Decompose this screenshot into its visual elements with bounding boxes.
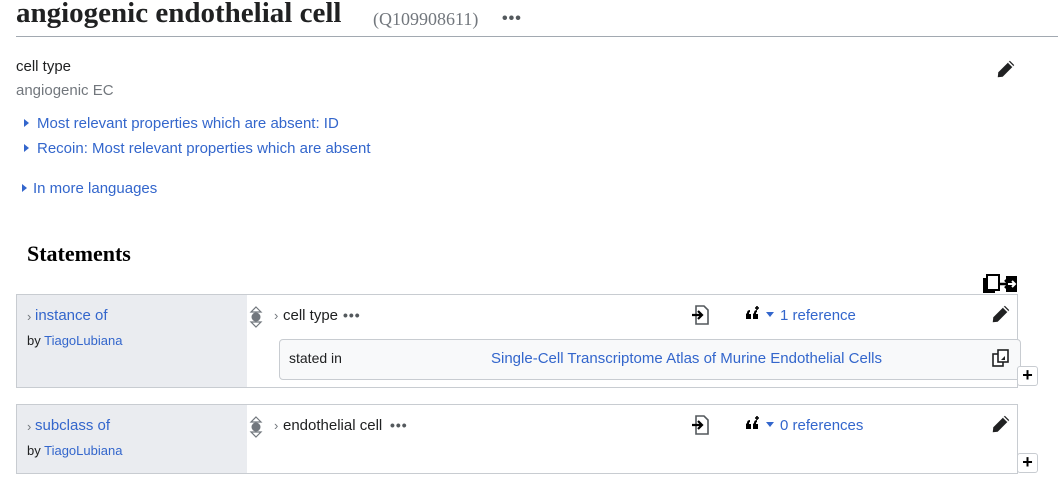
references-count: 0 references (780, 417, 864, 434)
rank-icon[interactable] (249, 306, 263, 328)
author-link[interactable]: TiagoLubiana (44, 333, 122, 348)
toggle-languages[interactable]: In more languages (22, 180, 157, 197)
chevron-icon: › (274, 418, 279, 433)
references-toggle[interactable]: 1 reference (766, 307, 856, 324)
by-label: by (27, 443, 41, 458)
references-count: 1 reference (780, 307, 856, 324)
edit-statement-pencil-icon[interactable] (990, 303, 1012, 325)
caret-down-icon (766, 312, 774, 317)
description: cell type (16, 58, 72, 75)
statement-instance-of: › instance of by TiagoLubiana › cell typ… (16, 294, 1021, 388)
edit-statement-pencil-icon[interactable] (990, 413, 1012, 435)
toggle-absent-properties-label: Most relevant properties which are absen… (37, 115, 339, 132)
reference-box: stated in Single-Cell Transcriptome Atla… (279, 339, 1021, 380)
chevron-icon: › (27, 309, 32, 324)
value-more-icon[interactable]: ••• (390, 417, 408, 433)
title-row: angiogenic endothelial cell (Q109908611)… (16, 0, 1058, 37)
derived-reference-icon[interactable] (691, 415, 711, 435)
toggle-languages-label: In more languages (33, 180, 158, 197)
add-statement-button[interactable]: + (1017, 453, 1038, 473)
add-reference-button[interactable]: + (1017, 366, 1038, 386)
property-link-subclass-of[interactable]: subclass of (35, 417, 110, 434)
author-link[interactable]: TiagoLubiana (44, 443, 122, 458)
rank-icon[interactable] (249, 416, 263, 438)
add-reference-icon[interactable] (744, 305, 762, 323)
page-title: angiogenic endothelial cell (16, 0, 342, 29)
property-cell: › instance of by TiagoLubiana (17, 295, 247, 387)
value-link-cell-type[interactable]: cell type (283, 307, 338, 324)
statement-subclass-of: › subclass of by TiagoLubiana › endothel… (16, 404, 1018, 474)
property-link-instance-of[interactable]: instance of (35, 307, 108, 324)
author-line: by TiagoLubiana (27, 333, 122, 348)
alias: angiogenic EC (16, 82, 114, 99)
toggle-recoin[interactable]: Recoin: Most relevant properties which a… (24, 140, 371, 157)
add-reference-icon[interactable] (744, 415, 762, 433)
caret-down-icon (766, 422, 774, 427)
value-link-endothelial-cell[interactable]: endothelial cell (283, 417, 382, 434)
value-more-icon[interactable]: ••• (343, 307, 361, 323)
derived-reference-icon[interactable] (691, 305, 711, 325)
statements-heading: Statements (27, 241, 131, 266)
property-cell: › subclass of by TiagoLubiana (17, 405, 247, 473)
item-id: (Q109908611) (373, 9, 479, 29)
reference-value-link[interactable]: Single-Cell Transcriptome Atlas of Murin… (491, 350, 882, 367)
expand-triangle-icon (24, 144, 29, 152)
toggle-absent-properties[interactable]: Most relevant properties which are absen… (24, 115, 339, 132)
reference-property: stated in (289, 350, 342, 366)
expand-triangle-icon (22, 184, 27, 192)
references-toggle[interactable]: 0 references (766, 417, 863, 434)
edit-label-pencil-icon[interactable] (995, 58, 1017, 80)
chevron-icon: › (27, 419, 32, 434)
toggle-recoin-label: Recoin: Most relevant properties which a… (37, 140, 371, 157)
title-more-icon[interactable]: ••• (502, 10, 522, 28)
by-label: by (27, 333, 41, 348)
chevron-icon: › (274, 308, 279, 323)
copy-icon[interactable] (992, 349, 1010, 367)
author-line: by TiagoLubiana (27, 443, 122, 458)
copy-statements-icon[interactable] (982, 274, 1018, 294)
expand-triangle-icon (24, 119, 29, 127)
